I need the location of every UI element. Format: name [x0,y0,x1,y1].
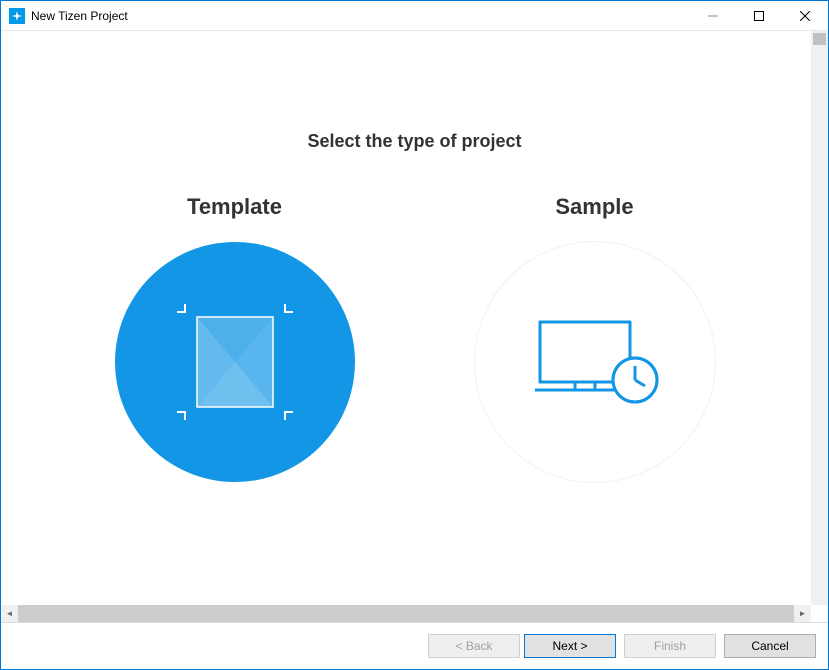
sample-icon [475,242,715,482]
cancel-button[interactable]: Cancel [724,634,816,658]
horizontal-scrollbar[interactable]: ◄ ► [1,605,811,622]
window-title: New Tizen Project [31,9,128,23]
option-sample[interactable]: Sample [475,194,715,482]
minimize-button[interactable] [690,1,736,31]
maximize-button[interactable] [736,1,782,31]
project-type-options: Template [7,194,822,482]
option-template-label: Template [187,194,282,220]
scroll-left-icon[interactable]: ◄ [1,605,18,622]
finish-button[interactable]: Finish [624,634,716,658]
next-button[interactable]: Next > [524,634,616,658]
wizard-button-bar: < Back Next > Finish Cancel [1,622,828,669]
scroll-right-icon[interactable]: ► [794,605,811,622]
page-heading: Select the type of project [7,131,822,152]
back-button[interactable]: < Back [428,634,520,658]
option-sample-label: Sample [555,194,633,220]
vertical-scrollbar[interactable] [811,31,828,605]
template-icon [115,242,355,482]
content-area: Select the type of project Template [1,31,828,622]
titlebar: New Tizen Project [1,1,828,31]
option-template[interactable]: Template [115,194,355,482]
app-icon [9,8,25,24]
close-button[interactable] [782,1,828,31]
